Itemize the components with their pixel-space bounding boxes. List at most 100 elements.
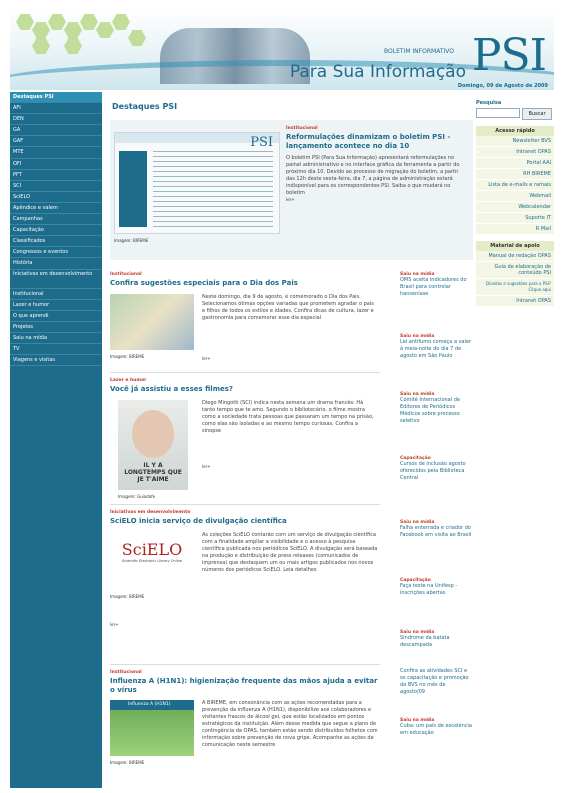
nav-item[interactable]: OFI	[10, 159, 102, 170]
story-kicker[interactable]: Lazer e humor	[110, 378, 380, 383]
brand-small-label: BOLETIM INFORMATIVO	[384, 48, 454, 55]
nav-item[interactable]: História	[10, 258, 102, 270]
news-text[interactable]: Cuba: um país de excelência em educação	[400, 723, 472, 737]
story-title[interactable]: Você já assistiu a esses filmes?	[110, 385, 380, 393]
news-item[interactable]: Saiu na mídia Lei antifumo começa a valer…	[400, 334, 472, 360]
quick-link[interactable]: Newsletter BVS	[476, 136, 554, 147]
quick-link[interactable]: Lista de e-mails e ramais	[476, 180, 554, 191]
poster-face	[132, 410, 174, 458]
news-item[interactable]: Saiu na mídia Comitê Internacional de Edi…	[400, 392, 472, 425]
nav-item[interactable]: Congressos e eventos	[10, 247, 102, 259]
nav-item[interactable]: DEN	[10, 114, 102, 126]
nav-item[interactable]: Institucional	[10, 289, 102, 300]
support-link[interactable]: Dúvidas e sugestões para o PSI? Clique a…	[476, 279, 554, 296]
nav-item[interactable]: GAF	[10, 136, 102, 148]
story-kicker[interactable]: Institucional	[110, 670, 380, 675]
news-text[interactable]: Cursos de inclusão agosto oferecidos pel…	[400, 461, 472, 482]
nav-item[interactable]: PFT	[10, 170, 102, 181]
thumb-text	[153, 151, 273, 227]
feature-thumbnail[interactable]: PSI	[114, 132, 280, 234]
feature-more-link[interactable]: ler+	[286, 197, 468, 202]
quick-link[interactable]: Webmail	[476, 191, 554, 202]
nav-item[interactable]: AFI	[10, 103, 102, 115]
quick-link[interactable]: Intranet OPAS	[476, 147, 554, 158]
nav-item[interactable]: Destaques PSI	[10, 92, 102, 104]
influenza-thumb-label: Influenza A (H1N1)	[128, 702, 171, 707]
nav-item[interactable]: Viagens e visitas	[10, 355, 102, 367]
nav-item[interactable]: TV	[10, 344, 102, 356]
quick-link[interactable]: RH BIREME	[476, 169, 554, 180]
header-date: Domingo, 09 de Agosto de 2009	[457, 83, 548, 89]
search-label: Pesquisa	[476, 100, 502, 106]
news-item[interactable]: Saiu na mídia Falha enterrada e criador d…	[400, 520, 472, 539]
news-item[interactable]: Confira as atividades SCI e os capacitaç…	[400, 668, 472, 696]
news-text[interactable]: Confira as atividades SCI e os capacitaç…	[400, 668, 472, 696]
support-link[interactable]: Intranet OPAS	[476, 296, 554, 307]
search-button[interactable]: Buscar	[522, 108, 552, 120]
story-body: A BIREME, em consonância com as ações re…	[202, 700, 378, 748]
news-text[interactable]: Falha enterrada e criador do Facebook em…	[400, 525, 472, 539]
nav-item[interactable]: Lazer e humor	[10, 300, 102, 311]
divider	[110, 664, 380, 665]
support-link[interactable]: Manual de redação OPAS	[476, 251, 554, 262]
quick-link[interactable]: Portal AAI	[476, 158, 554, 169]
divider	[110, 504, 380, 505]
news-text[interactable]: Lei antifumo começa a valer à meia-noite…	[400, 339, 472, 360]
decor-hex	[32, 38, 50, 54]
nav-item[interactable]: Projetos	[10, 322, 102, 333]
nav-item[interactable]: Iniciativas em desenvolvimento	[10, 270, 102, 289]
support-link[interactable]: Guia de elaboração de conteúdo PSI	[476, 262, 554, 279]
brand-logo[interactable]: PSI	[472, 30, 547, 81]
feature-title[interactable]: Reformulações dinamizam o boletim PSI - …	[286, 133, 468, 151]
news-text[interactable]: Faça teste na Unifesp - inscrições abert…	[400, 583, 472, 597]
story-title[interactable]: Influenza A (H1N1): higienização frequen…	[110, 677, 380, 695]
nav-item[interactable]: Saiu na mídia	[10, 333, 102, 344]
story-title[interactable]: Confira sugestões especiais para o Dia d…	[110, 279, 380, 287]
story-kicker[interactable]: Iniciativas em desenvolvimento	[110, 510, 380, 515]
story-title[interactable]: SciELO inicia serviço de divulgação cien…	[110, 517, 380, 525]
story-caption: Imagem: BIREME	[110, 594, 145, 599]
news-text[interactable]: Síndrome da batata descampada	[400, 635, 472, 649]
story-caption: Imagem: BIREME	[110, 354, 145, 359]
story-more-link[interactable]: ler+	[110, 622, 119, 627]
quick-link[interactable]: Webcalendar	[476, 202, 554, 213]
nav-item[interactable]: SCI	[10, 181, 102, 192]
nav-item[interactable]: Campanhas	[10, 214, 102, 226]
news-item[interactable]: Capacitação Faça teste na Unifesp - inscr…	[400, 578, 472, 597]
search-input[interactable]	[476, 108, 520, 118]
news-item[interactable]: Saiu na mídia Síndrome da batata descampa…	[400, 630, 472, 649]
influenza-thumb[interactable]: Influenza A (H1N1)	[110, 700, 194, 756]
nav-item[interactable]: Apêndice e valem	[10, 203, 102, 215]
nav-item[interactable]: GA	[10, 125, 102, 137]
feature-kicker[interactable]: Institucional	[286, 126, 468, 131]
decor-hex	[128, 30, 146, 46]
nav-item[interactable]: SciELO	[10, 192, 102, 203]
story-photo[interactable]	[110, 294, 194, 350]
main-content: Destaques PSI PSI Imagem: BIREME Institu…	[110, 100, 473, 765]
story: Institucional Influenza A (H1N1): higien…	[110, 670, 380, 765]
quick-link[interactable]: Suporte IT	[476, 213, 554, 224]
feature-story: PSI Imagem: BIREME Institucional Reformu…	[110, 120, 473, 260]
story-more-link[interactable]: ler+	[202, 356, 211, 361]
news-item[interactable]: Capacitação Cursos de inclusão agosto ofe…	[400, 456, 472, 482]
decor-hex	[16, 14, 34, 30]
search-box: Buscar	[476, 108, 554, 120]
left-nav: Destaques PSI AFI DEN GA GAF MTE OFI PFT…	[10, 92, 102, 788]
news-text[interactable]: OMS aceita indicadores do Brasil para co…	[400, 277, 472, 298]
scielo-logo[interactable]: SciELO Scientific Electronic Library Onl…	[110, 540, 194, 590]
news-item[interactable]: Saiu na mídia Cuba: um país de excelência…	[400, 718, 472, 737]
decor-hex	[48, 14, 66, 30]
decor-hex	[64, 22, 82, 38]
story-kicker[interactable]: Institucional	[110, 272, 380, 277]
news-text[interactable]: Comitê Internacional de Editores de Peri…	[400, 397, 472, 425]
nav-item[interactable]: MTE	[10, 147, 102, 159]
quick-link[interactable]: R Mail	[476, 224, 554, 235]
news-item[interactable]: Saiu na mídia OMS aceita indicadores do B…	[400, 272, 472, 298]
nav-item[interactable]: Classificados	[10, 236, 102, 248]
story-more-link[interactable]: ler+	[202, 464, 211, 469]
decor-hex	[96, 22, 114, 38]
site-header: BOLETIM INFORMATIVO PSI Para Sua Informa…	[10, 8, 554, 90]
movie-poster[interactable]: IL Y A LONGTEMPS QUE JE T'AIME	[118, 400, 188, 490]
nav-item[interactable]: Capacitação	[10, 225, 102, 237]
nav-item[interactable]: O que aprendi	[10, 311, 102, 322]
